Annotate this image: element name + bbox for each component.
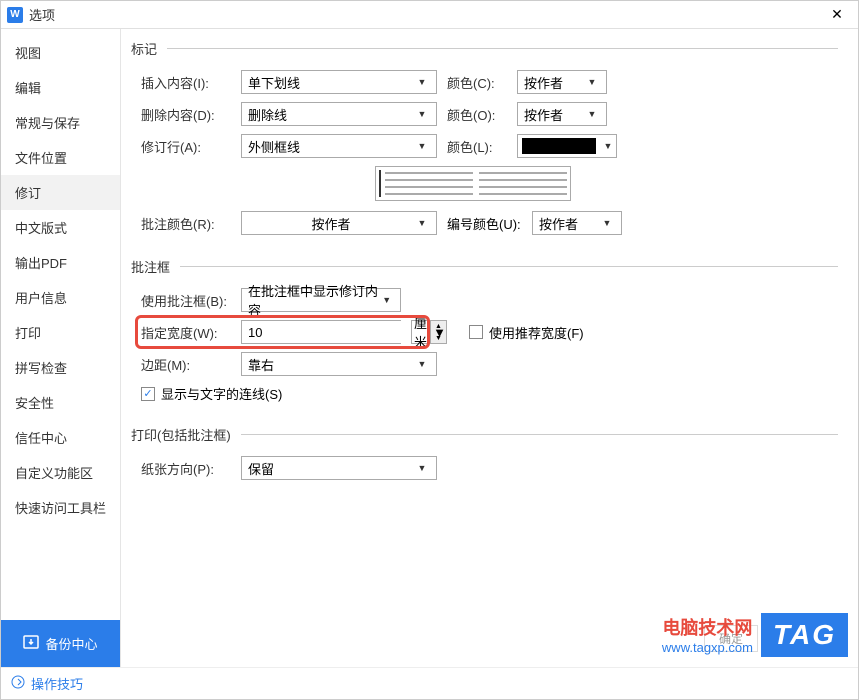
- chevron-down-icon: ▼: [433, 325, 446, 340]
- margin-combo[interactable]: 靠右 ▼: [241, 352, 437, 376]
- section-box: 批注框 使用批注框(B): 在批注框中显示修订内容 ▼ 指定宽度(W): ▲: [131, 257, 838, 419]
- watermark: 电脑技术网 www.tagxp.com TAG: [662, 613, 848, 657]
- margin-label: 边距(M):: [141, 355, 231, 374]
- insert-label: 插入内容(I):: [141, 73, 231, 92]
- chevron-down-icon: ▼: [584, 109, 600, 119]
- section-mark: 标记 插入内容(I): 单下划线 ▼ 颜色(C): 按作者 ▼ 删除内容(D):: [131, 39, 838, 251]
- content-panel: 标记 插入内容(I): 单下划线 ▼ 颜色(C): 按作者 ▼ 删除内容(D):: [121, 29, 858, 667]
- unit-combo[interactable]: 厘米▼: [411, 320, 447, 344]
- width-input[interactable]: [242, 321, 430, 343]
- close-button[interactable]: ✕: [822, 3, 852, 27]
- sidebar-item-print[interactable]: 打印: [1, 315, 120, 350]
- revise-value: 外侧框线: [248, 137, 300, 156]
- sidebar-item-trust-center[interactable]: 信任中心: [1, 420, 120, 455]
- delete-value: 删除线: [248, 105, 287, 124]
- sidebar-item-spellcheck[interactable]: 拼写检查: [1, 350, 120, 385]
- backup-label: 备份中心: [45, 634, 97, 653]
- chevron-down-icon: ▼: [414, 359, 430, 369]
- num-color-label: 编号颜色(U):: [447, 214, 522, 233]
- margin-value: 靠右: [248, 355, 274, 374]
- sidebar-item-quick-access[interactable]: 快速访问工具栏: [1, 490, 120, 525]
- revise-label: 修订行(A):: [141, 137, 231, 156]
- section-box-legend: 批注框: [131, 257, 180, 276]
- use-box-label: 使用批注框(B):: [141, 291, 231, 310]
- watermark-tag: TAG: [761, 613, 848, 657]
- color-c-combo[interactable]: 按作者 ▼: [517, 70, 607, 94]
- delete-label: 删除内容(D):: [141, 105, 231, 124]
- chevron-down-icon: ▼: [414, 109, 430, 119]
- color-l-label: 颜色(L):: [447, 137, 507, 156]
- backup-icon: [23, 634, 39, 653]
- sidebar-item-user-info[interactable]: 用户信息: [1, 280, 120, 315]
- watermark-line1: 电脑技术网: [662, 617, 753, 640]
- tipbar[interactable]: 操作技巧: [1, 667, 858, 699]
- annot-color-combo[interactable]: 按作者 ▼: [241, 211, 437, 235]
- sample-preview: [375, 166, 571, 201]
- color-c-label: 颜色(C):: [447, 73, 507, 92]
- color-o-combo[interactable]: 按作者 ▼: [517, 102, 607, 126]
- num-color-combo[interactable]: 按作者 ▼: [532, 211, 622, 235]
- sidebar-item-chinese-layout[interactable]: 中文版式: [1, 210, 120, 245]
- sidebar-item-revisions[interactable]: 修订: [1, 175, 120, 210]
- width-label: 指定宽度(W):: [141, 323, 231, 342]
- sidebar-item-general[interactable]: 常规与保存: [1, 105, 120, 140]
- unit-value: 厘米: [414, 313, 433, 351]
- app-icon: W: [7, 7, 23, 23]
- chevron-down-icon: ▼: [584, 77, 600, 87]
- chevron-down-icon: ▼: [379, 295, 394, 305]
- use-box-combo[interactable]: 在批注框中显示修订内容 ▼: [241, 288, 401, 312]
- section-print: 打印(包括批注框) 纸张方向(P): 保留 ▼: [131, 425, 838, 496]
- color-o-label: 颜色(O):: [447, 105, 507, 124]
- insert-value: 单下划线: [248, 73, 300, 92]
- delete-combo[interactable]: 删除线 ▼: [241, 102, 437, 126]
- recommend-width-checkbox[interactable]: [469, 325, 483, 339]
- sidebar-item-view[interactable]: 视图: [1, 35, 120, 70]
- section-print-legend: 打印(包括批注框): [131, 425, 241, 444]
- width-spin[interactable]: ▲ ▼: [241, 320, 401, 344]
- revise-combo[interactable]: 外侧框线 ▼: [241, 134, 437, 158]
- backup-center-button[interactable]: 备份中心: [1, 620, 120, 667]
- sidebar-item-edit[interactable]: 编辑: [1, 70, 120, 105]
- orient-label: 纸张方向(P):: [141, 459, 231, 478]
- sidebar: 视图 编辑 常规与保存 文件位置 修订 中文版式 输出PDF 用户信息 打印 拼…: [1, 29, 121, 667]
- color-c-value: 按作者: [524, 73, 563, 92]
- section-mark-legend: 标记: [131, 39, 167, 58]
- sidebar-item-security[interactable]: 安全性: [1, 385, 120, 420]
- color-swatch: [522, 138, 596, 154]
- annot-color-value: 按作者: [248, 214, 414, 233]
- sidebar-item-export-pdf[interactable]: 输出PDF: [1, 245, 120, 280]
- chevron-down-icon: ▼: [414, 77, 430, 87]
- color-o-value: 按作者: [524, 105, 563, 124]
- chevron-down-icon: ▼: [414, 218, 430, 228]
- show-line-checkbox[interactable]: ✓: [141, 387, 155, 401]
- chevron-down-icon: ▼: [414, 463, 430, 473]
- annot-color-label: 批注颜色(R):: [141, 214, 231, 233]
- use-box-value: 在批注框中显示修订内容: [248, 281, 379, 319]
- chevron-down-icon: ▼: [599, 218, 615, 228]
- tips-icon: [11, 675, 25, 692]
- num-color-value: 按作者: [539, 214, 578, 233]
- sidebar-item-customize-ribbon[interactable]: 自定义功能区: [1, 455, 120, 490]
- titlebar: W 选项 ✕: [1, 1, 858, 29]
- chevron-down-icon: ▼: [600, 141, 616, 151]
- recommend-width-label: 使用推荐宽度(F): [489, 323, 584, 342]
- window-title: 选项: [29, 5, 822, 24]
- sidebar-item-file-location[interactable]: 文件位置: [1, 140, 120, 175]
- show-line-label: 显示与文字的连线(S): [161, 384, 282, 403]
- watermark-line2: www.tagxp.com: [662, 640, 753, 657]
- orient-value: 保留: [248, 459, 274, 478]
- insert-combo[interactable]: 单下划线 ▼: [241, 70, 437, 94]
- tips-label: 操作技巧: [31, 674, 83, 693]
- chevron-down-icon: ▼: [414, 141, 430, 151]
- color-l-combo[interactable]: ▼: [517, 134, 617, 158]
- orient-combo[interactable]: 保留 ▼: [241, 456, 437, 480]
